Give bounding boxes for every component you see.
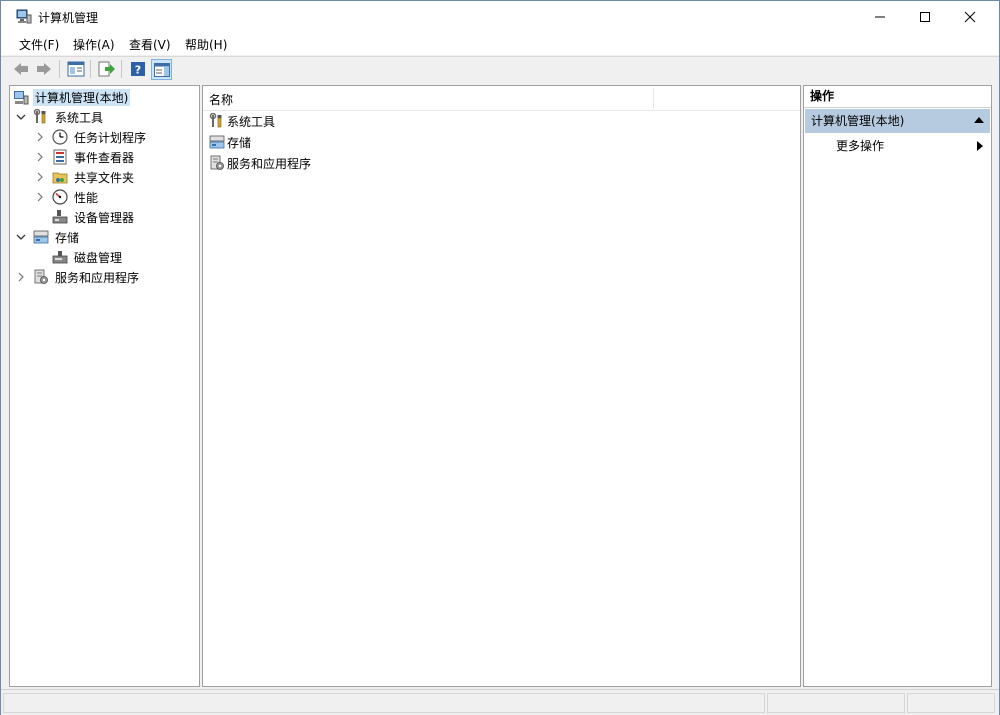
tools-icon <box>33 109 49 125</box>
status-bar <box>1 689 999 715</box>
list-item-label: 系统工具 <box>227 114 276 129</box>
action-pane-header: 操作 <box>804 86 991 108</box>
menu-help[interactable]: 帮助(H) <box>185 36 227 53</box>
collapsed-chevron-icon[interactable] <box>34 151 46 163</box>
event-viewer-icon <box>52 149 68 165</box>
help-icon: ? <box>131 62 145 77</box>
status-segment <box>3 693 765 713</box>
tools-icon <box>209 113 225 129</box>
collapsed-chevron-icon[interactable] <box>34 171 46 183</box>
services-icon <box>33 269 49 285</box>
computer-management-window: 计算机管理 文件(F) 操作(A) 查看(V) 帮助(H) ? 计算机管理(本地… <box>0 0 1000 715</box>
computer-management-icon <box>13 89 29 105</box>
console-tree-icon <box>67 61 85 77</box>
list-item-system-tools[interactable]: 系统工具 <box>209 111 275 131</box>
tree-item-disk-management[interactable]: 磁盘管理 <box>52 248 124 266</box>
expanded-chevron-icon[interactable] <box>15 111 27 123</box>
toolbar-separator <box>121 60 122 78</box>
maximize-icon <box>920 11 930 22</box>
tree-item-task-scheduler[interactable]: 任务计划程序 <box>34 128 148 146</box>
tree-item-system-tools[interactable]: 系统工具 <box>15 108 105 126</box>
column-divider[interactable] <box>653 88 654 108</box>
back-arrow-icon <box>14 63 28 75</box>
close-button[interactable] <box>947 1 993 32</box>
title-bar[interactable]: 计算机管理 <box>1 1 999 32</box>
action-group-label: 计算机管理(本地) <box>811 114 905 128</box>
device-manager-icon <box>52 209 68 225</box>
tree-item-shared-folders[interactable]: 共享文件夹 <box>34 168 136 186</box>
menu-bar: 文件(F) 操作(A) 查看(V) 帮助(H) <box>1 32 999 55</box>
performance-icon <box>52 189 68 205</box>
action-group-computer-management[interactable]: 计算机管理(本地) <box>805 109 990 133</box>
minimize-icon <box>875 16 885 17</box>
collapsed-chevron-icon[interactable] <box>34 131 46 143</box>
shared-folder-icon <box>52 169 68 185</box>
expanded-chevron-icon[interactable] <box>15 231 27 243</box>
toolbar-separator <box>90 60 91 78</box>
export-list-button[interactable] <box>97 59 117 79</box>
status-segment <box>907 693 995 713</box>
storage-icon <box>33 229 49 245</box>
collapsed-chevron-icon[interactable] <box>15 271 27 283</box>
more-actions-item[interactable]: 更多操作 <box>836 136 985 156</box>
maximize-button[interactable] <box>902 1 948 32</box>
collapse-up-arrow-icon[interactable] <box>974 117 984 123</box>
toolbar: ? <box>1 56 999 82</box>
forward-button[interactable] <box>34 59 54 79</box>
window-title: 计算机管理 <box>38 11 99 25</box>
submenu-arrow-icon <box>977 141 983 151</box>
toolbar-separator <box>59 60 60 78</box>
clock-icon <box>52 129 68 145</box>
column-header-name[interactable]: 名称 <box>209 91 233 108</box>
tree-item-performance[interactable]: 性能 <box>34 188 100 206</box>
menu-view[interactable]: 查看(V) <box>129 36 171 53</box>
action-pane: 操作 计算机管理(本地) 更多操作 <box>803 85 992 687</box>
export-icon <box>98 61 115 77</box>
list-item-label: 服务和应用程序 <box>227 156 312 171</box>
svg-text:?: ? <box>135 64 141 77</box>
storage-icon <box>209 134 225 150</box>
menu-action[interactable]: 操作(A) <box>73 36 115 53</box>
collapsed-chevron-icon[interactable] <box>34 191 46 203</box>
tree-item-event-viewer[interactable]: 事件查看器 <box>34 148 136 166</box>
close-icon <box>964 11 976 22</box>
disk-icon <box>52 249 68 265</box>
tree-item-computer-management[interactable]: 计算机管理(本地) <box>13 88 131 106</box>
tree-item-storage[interactable]: 存储 <box>15 228 81 246</box>
tree-item-services-and-applications[interactable]: 服务和应用程序 <box>15 268 141 286</box>
results-list-pane[interactable]: 名称 系统工具 存储 服务和应用程序 <box>202 85 801 687</box>
more-actions-label: 更多操作 <box>836 139 885 153</box>
list-item-services-and-applications[interactable]: 服务和应用程序 <box>209 153 311 173</box>
list-header: 名称 <box>203 86 800 111</box>
list-item-label: 存储 <box>227 135 252 150</box>
show-hide-action-pane-button[interactable] <box>151 59 172 80</box>
computer-management-icon <box>16 8 32 27</box>
menu-file[interactable]: 文件(F) <box>19 36 59 53</box>
list-item-storage[interactable]: 存储 <box>209 132 251 152</box>
show-hide-console-tree-button[interactable] <box>66 59 86 79</box>
back-button[interactable] <box>11 59 31 79</box>
status-segment <box>767 693 905 713</box>
services-icon <box>209 155 225 171</box>
console-tree-pane[interactable]: 计算机管理(本地) 系统工具 任务计划程序 事件查看器 共享文件夹 性能 设备管… <box>9 85 200 687</box>
action-pane-icon <box>153 62 170 77</box>
tree-item-device-manager[interactable]: 设备管理器 <box>52 208 136 226</box>
forward-arrow-icon <box>37 63 51 75</box>
help-button[interactable]: ? <box>128 59 148 79</box>
minimize-button[interactable] <box>857 1 903 32</box>
